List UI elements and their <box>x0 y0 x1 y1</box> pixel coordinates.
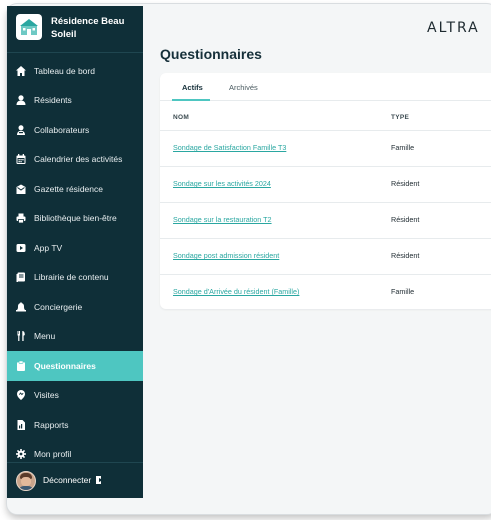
clipboard-icon <box>16 360 26 371</box>
table-row: Sondage sur la restauration T2 Résident <box>160 203 491 239</box>
questionnaire-link[interactable]: Sondage sur la restauration T2 <box>173 215 272 224</box>
sidebar-item-label: Conciergerie <box>34 301 83 312</box>
sidebar-item-label: Menu <box>34 331 56 342</box>
page-title: Questionnaires <box>160 46 262 62</box>
sidebar-item-label: Tableau de bord <box>34 65 95 76</box>
printer-icon <box>16 213 26 224</box>
table-row: Sondage post admission résident Résident <box>160 239 491 275</box>
sidebar-nav: Tableau de bord Résidents Collaborateurs Ca… <box>7 56 143 469</box>
sidebar-item-conciergerie[interactable]: Conciergerie <box>7 292 143 322</box>
bell-icon <box>16 301 26 312</box>
sidebar-item-calendrier-des-activites[interactable]: Calendrier des activités <box>7 145 143 175</box>
questionnaire-type: Résident <box>391 215 420 224</box>
questionnaire-link[interactable]: Sondage sur les activités 2024 <box>173 179 271 188</box>
column-header-type[interactable]: TYPE <box>391 114 409 121</box>
questionnaire-type: Famille <box>391 143 415 152</box>
report-icon <box>16 419 26 430</box>
sidebar-item-residents[interactable]: Résidents <box>7 86 143 116</box>
sidebar-item-bibliotheque-bien-etre[interactable]: Bibliothèque bien-être <box>7 204 143 234</box>
library-icon <box>16 272 26 283</box>
sidebar-item-gazette-residence[interactable]: Gazette résidence <box>7 174 143 204</box>
sidebar-item-tableau-de-bord[interactable]: Tableau de bord <box>7 56 143 86</box>
questionnaires-card: Actifs Archivés NOM TYPE Sondage de Sati… <box>160 73 491 309</box>
sidebar-item-label: Collaborateurs <box>34 124 90 135</box>
column-header-name[interactable]: NOM <box>173 114 189 121</box>
residence-logo-icon <box>16 14 42 40</box>
tab-actifs[interactable]: Actifs <box>182 83 203 92</box>
table-row: Sondage sur les activités 2024 Résident <box>160 167 491 203</box>
questionnaire-link[interactable]: Sondage de Satisfaction Famille T3 <box>173 143 286 152</box>
sidebar: Résidence Beau Soleil Tableau de bord Rés… <box>7 6 143 498</box>
questionnaire-type: Résident <box>391 179 420 188</box>
sidebar-item-app-tv[interactable]: App TV <box>7 233 143 263</box>
cutlery-icon <box>16 331 26 342</box>
logout-icon <box>96 476 104 484</box>
gear-icon <box>16 449 26 460</box>
questionnaire-type: Résident <box>391 251 420 260</box>
avatar[interactable] <box>16 471 36 491</box>
tab-bar: Actifs Archivés <box>160 73 491 101</box>
table-row: Sondage de Satisfaction Famille T3 Famill… <box>160 131 491 167</box>
sidebar-item-label: Rapports <box>34 419 69 430</box>
sidebar-item-label: Mon profil <box>34 449 72 460</box>
residence-name: Résidence Beau Soleil <box>51 16 125 40</box>
pin-icon <box>16 390 26 401</box>
sidebar-item-label: Bibliothèque bien-être <box>34 213 117 224</box>
logout-button[interactable]: Déconnecter <box>43 475 104 485</box>
sidebar-footer: Déconnecter <box>7 462 143 498</box>
questionnaire-link[interactable]: Sondage post admission résident <box>173 251 279 260</box>
divider <box>7 52 143 53</box>
table-header: NOM TYPE <box>160 101 491 131</box>
residence-brand[interactable]: Résidence Beau Soleil <box>16 14 136 48</box>
sidebar-item-label: Calendrier des activités <box>34 154 123 165</box>
person-icon <box>16 95 26 106</box>
calendar-icon <box>16 154 26 165</box>
staff-icon <box>16 125 26 135</box>
tab-archives[interactable]: Archivés <box>229 83 258 92</box>
altra-logo: ALTRA <box>427 20 480 36</box>
sidebar-item-collaborateurs[interactable]: Collaborateurs <box>7 115 143 145</box>
sidebar-item-label: App TV <box>34 242 63 253</box>
questionnaire-type: Famille <box>391 287 415 296</box>
sidebar-item-rapports[interactable]: Rapports <box>7 410 143 440</box>
sidebar-item-librairie-de-contenu[interactable]: Librairie de contenu <box>7 263 143 293</box>
play-icon <box>16 243 26 253</box>
sidebar-item-label: Gazette résidence <box>34 183 103 194</box>
home-icon <box>16 65 26 76</box>
logout-label: Déconnecter <box>43 475 92 485</box>
sidebar-item-label: Résidents <box>34 95 72 106</box>
sidebar-item-label: Questionnaires <box>34 360 96 371</box>
sidebar-item-label: Librairie de contenu <box>34 272 109 283</box>
sidebar-item-visites[interactable]: Visites <box>7 381 143 411</box>
sidebar-item-menu[interactable]: Menu <box>7 322 143 352</box>
questionnaire-link[interactable]: Sondage d'Arrivée du résident (Famille) <box>173 287 299 296</box>
sidebar-item-label: Visites <box>34 390 59 401</box>
table-row: Sondage d'Arrivée du résident (Famille) F… <box>160 275 491 311</box>
sidebar-item-questionnaires[interactable]: Questionnaires <box>7 351 143 381</box>
envelope-icon <box>16 184 26 194</box>
